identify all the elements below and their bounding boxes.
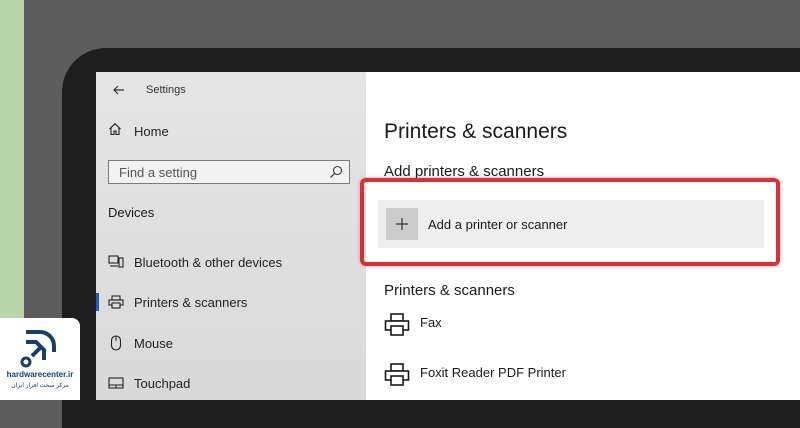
sidebar-item-bluetooth[interactable]: Bluetooth & other devices — [96, 247, 366, 277]
sidebar-item-label: Mouse — [134, 335, 174, 351]
printer-item-foxit[interactable]: Foxit Reader PDF Printer — [384, 363, 566, 392]
search-box — [108, 160, 350, 184]
printer-name: Foxit Reader PDF Printer — [420, 365, 566, 380]
printer-icon — [384, 313, 410, 342]
sidebar-item-label: Printers & scanners — [134, 294, 248, 310]
printers-list-heading: Printers & scanners — [384, 282, 515, 299]
sidebar-item-label: Touchpad — [134, 375, 191, 391]
window-title: Settings — [146, 84, 186, 96]
search-icon[interactable] — [329, 165, 343, 179]
sidebar-item-touchpad[interactable]: Touchpad — [96, 368, 366, 398]
printer-name: Fax — [420, 315, 442, 330]
mouse-icon — [108, 335, 124, 351]
touchpad-icon — [108, 375, 124, 391]
home-label: Home — [134, 124, 169, 139]
sidebar-item-mouse[interactable]: Mouse — [96, 328, 366, 358]
home-icon — [108, 122, 122, 141]
logo-subtitle: مرکز سخت افزار ایران — [11, 383, 69, 389]
devices-section-label: Devices — [108, 205, 155, 220]
sidebar-item-label: Bluetooth & other devices — [134, 254, 283, 270]
title-bar: Settings — [110, 78, 186, 102]
bluetooth-device-icon — [108, 254, 124, 270]
logo-name: hardwarecenter.ir — [6, 370, 74, 379]
watermark-logo: hardwarecenter.ir مرکز سخت افزار ایران — [0, 318, 80, 400]
highlight-box — [360, 178, 780, 266]
page-title: Printers & scanners — [384, 120, 568, 143]
sidebar-item-home[interactable]: Home — [108, 122, 169, 141]
printer-icon — [108, 294, 124, 310]
sidebar: Settings Home Devices Bluetooth & other … — [96, 72, 366, 400]
main-content: Printers & scanners Add printers & scann… — [360, 72, 800, 400]
settings-window: Settings Home Devices Bluetooth & other … — [96, 72, 800, 400]
printer-item-fax[interactable]: Fax — [384, 313, 442, 342]
printer-icon — [384, 363, 410, 392]
search-input[interactable] — [109, 163, 321, 181]
logo-icon — [20, 330, 56, 368]
back-arrow-icon[interactable] — [110, 81, 128, 99]
sidebar-item-printers[interactable]: Printers & scanners — [96, 287, 366, 317]
